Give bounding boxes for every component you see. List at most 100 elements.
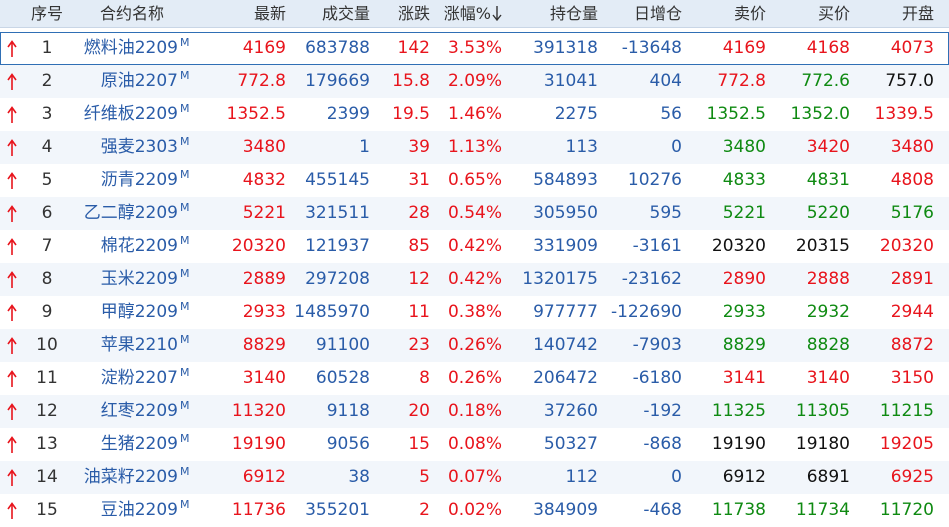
column-header-pct[interactable]: 涨幅%: [432, 0, 502, 27]
row-index: 12: [36, 401, 58, 421]
up-arrow-icon: [4, 164, 20, 197]
column-header-index[interactable]: 序号: [22, 0, 72, 27]
price-change: 142: [397, 38, 430, 58]
column-header-open-interest[interactable]: 持仓量: [504, 0, 598, 27]
last-price: 2889: [242, 269, 286, 289]
volume: 179669: [305, 71, 370, 91]
table-row[interactable]: 1 燃料油2209 M 4169 683788 142 3.53% 391318 -13648 4…: [0, 32, 949, 65]
open-interest: 50327: [543, 434, 598, 454]
contract-name[interactable]: 豆油2209: [70, 494, 178, 527]
table-row[interactable]: 12 红枣2209 M 11320 9118 20 0.18% 37260 -192 11325 1…: [0, 395, 949, 428]
table-row[interactable]: 15 豆油2209 M 11736 355201 2 0.02% 384909 -468 1173…: [0, 494, 949, 527]
bid-price: 6891: [806, 467, 850, 487]
volume: 121937: [305, 236, 370, 256]
open-price: 757.0: [885, 71, 934, 91]
bid-price: 772.6: [801, 71, 850, 91]
table-row[interactable]: 6 乙二醇2209 M 5221 321511 28 0.54% 305950 595 5221 5…: [0, 197, 949, 230]
row-index: 2: [41, 71, 53, 91]
down-arrow-icon: [492, 6, 502, 22]
bid-price: 3420: [806, 137, 850, 157]
volume: 1: [359, 137, 370, 157]
contract-name[interactable]: 苹果2210: [70, 329, 178, 362]
contract-name[interactable]: 沥青2209: [70, 164, 178, 197]
contract-name[interactable]: 纤维板2209: [70, 98, 178, 131]
daily-oi-change: -3161: [632, 236, 682, 256]
volume: 355201: [305, 500, 370, 520]
daily-oi-change: -192: [643, 401, 682, 421]
row-index: 7: [41, 236, 53, 256]
price-change: 23: [408, 335, 430, 355]
daily-oi-change: 10276: [627, 170, 682, 190]
row-index: 8: [41, 269, 53, 289]
contract-name[interactable]: 甲醇2209: [70, 296, 178, 329]
pct-header-label: 涨幅%: [443, 4, 491, 23]
contract-name[interactable]: 红枣2209: [70, 395, 178, 428]
bid-price: 4831: [806, 170, 850, 190]
open-interest: 331909: [533, 236, 598, 256]
table-row[interactable]: 7 棉花2209 M 20320 121937 85 0.42% 331909 -3161 203…: [0, 230, 949, 263]
contract-name[interactable]: 淀粉2207: [70, 362, 178, 395]
contract-name[interactable]: 乙二醇2209: [70, 197, 178, 230]
last-price: 4169: [242, 38, 286, 58]
table-row[interactable]: 4 强麦2303 M 3480 1 39 1.13% 113 0 3480 3420 3480: [0, 131, 949, 164]
open-interest: 206472: [533, 368, 598, 388]
contract-name[interactable]: 原油2207: [70, 65, 178, 98]
open-interest: 31041: [543, 71, 598, 91]
column-header-daily-oi[interactable]: 日增仓: [600, 0, 682, 27]
table-row[interactable]: 11 淀粉2207 M 3140 60528 8 0.26% 206472 -6180 3141 3…: [0, 362, 949, 395]
table-row[interactable]: 3 纤维板2209 M 1352.5 2399 19.5 1.46% 2275 56 1352.5…: [0, 98, 949, 131]
contract-name[interactable]: 棉花2209: [70, 230, 178, 263]
contract-name[interactable]: 强麦2303: [70, 131, 178, 164]
last-price: 6912: [242, 467, 286, 487]
row-index: 11: [36, 368, 58, 388]
open-price: 20320: [879, 236, 934, 256]
bid-price: 4168: [806, 38, 850, 58]
table-row[interactable]: 10 苹果2210 M 8829 91100 23 0.26% 140742 -7903 8829…: [0, 329, 949, 362]
open-price: 19205: [879, 434, 934, 454]
up-arrow-icon: [4, 32, 20, 65]
column-header-ask[interactable]: 卖价: [684, 0, 766, 27]
table-row[interactable]: 2 原油2207 M 772.8 179669 15.8 2.09% 31041 404 772.…: [0, 65, 949, 98]
change-percent: 0.26%: [447, 335, 502, 355]
up-arrow-icon: [4, 395, 20, 428]
contract-name[interactable]: 生猪2209: [70, 428, 178, 461]
change-percent: 0.07%: [447, 467, 502, 487]
daily-oi-change: 595: [649, 203, 682, 223]
volume: 60528: [315, 368, 370, 388]
table-row[interactable]: 13 生猪2209 M 19190 9056 15 0.08% 50327 -868 19190 1…: [0, 428, 949, 461]
open-price: 11215: [879, 401, 934, 421]
column-header-name[interactable]: 合约名称: [70, 0, 194, 27]
price-change: 12: [408, 269, 430, 289]
contract-name[interactable]: 燃料油2209: [70, 32, 178, 65]
row-index: 3: [41, 104, 53, 124]
row-index: 4: [41, 137, 53, 157]
table-row[interactable]: 5 沥青2209 M 4832 455145 31 0.65% 584893 10276 4833…: [0, 164, 949, 197]
contract-name[interactable]: 玉米2209: [70, 263, 178, 296]
daily-oi-change: 404: [649, 71, 682, 91]
column-header-open[interactable]: 开盘: [852, 0, 934, 27]
up-arrow-icon: [4, 131, 20, 164]
ask-price: 2890: [722, 269, 766, 289]
daily-oi-change: -6180: [632, 368, 682, 388]
up-arrow-icon: [4, 296, 20, 329]
row-index: 9: [41, 302, 53, 322]
column-header-bid[interactable]: 买价: [768, 0, 850, 27]
main-contract-badge: M: [180, 69, 190, 82]
volume: 9118: [326, 401, 370, 421]
column-header-last[interactable]: 最新: [196, 0, 286, 27]
contract-name[interactable]: 油菜籽2209: [70, 461, 178, 494]
main-contract-badge: M: [180, 498, 190, 511]
last-price: 1352.5: [226, 104, 286, 124]
table-row[interactable]: 9 甲醇2209 M 2933 1485970 11 0.38% 977777 -122690 2…: [0, 296, 949, 329]
ask-price: 5221: [722, 203, 766, 223]
table-row[interactable]: 14 油菜籽2209 M 6912 38 5 0.07% 112 0 6912 6891 6925: [0, 461, 949, 494]
volume: 1485970: [294, 302, 370, 322]
table-row[interactable]: 8 玉米2209 M 2889 297208 12 0.42% 1320175 -23162 28…: [0, 263, 949, 296]
main-contract-badge: M: [180, 234, 190, 247]
column-header-volume[interactable]: 成交量: [288, 0, 370, 27]
column-header-change[interactable]: 涨跌: [372, 0, 430, 27]
up-arrow-icon: [4, 98, 20, 131]
main-contract-badge: M: [180, 300, 190, 313]
change-percent: 3.53%: [447, 38, 502, 58]
daily-oi-change: -13648: [621, 38, 682, 58]
